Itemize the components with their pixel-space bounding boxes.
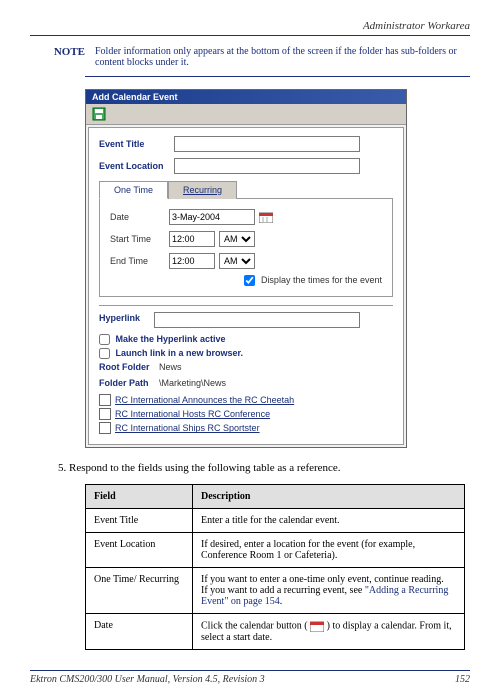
folder-path-value: \Marketing\News: [159, 378, 226, 388]
table-row: One Time/ Recurring If you want to enter…: [86, 568, 465, 614]
end-time-label: End Time: [110, 256, 165, 266]
display-times-checkbox[interactable]: [244, 275, 255, 286]
file-icon: [99, 408, 111, 420]
table-header-field: Field: [86, 485, 193, 509]
end-time-ampm[interactable]: AM: [219, 253, 255, 269]
launch-new-checkbox[interactable]: [99, 348, 110, 359]
table-header-description: Description: [193, 485, 465, 509]
list-item[interactable]: RC International Ships RC Sportster: [99, 422, 393, 434]
header-title: Administrator Workarea: [363, 20, 470, 32]
tab-recurring[interactable]: Recurring: [168, 181, 237, 199]
footer-page-number: 152: [455, 674, 470, 685]
note-divider: [85, 76, 470, 77]
table-row: Event Location If desired, enter a locat…: [86, 533, 465, 568]
hyperlink-input[interactable]: [154, 312, 360, 328]
dialog-screenshot: Add Calendar Event Event Title Event Loc…: [85, 89, 407, 448]
tab-one-time[interactable]: One Time: [99, 181, 168, 199]
event-title-label: Event Title: [99, 139, 174, 149]
note-label: NOTE: [30, 46, 95, 68]
root-folder-label: Root Folder: [99, 362, 159, 372]
page-footer: Ektron CMS200/300 User Manual, Version 4…: [30, 670, 470, 685]
event-location-input[interactable]: [174, 158, 360, 174]
file-list: RC International Announces the RC Cheeta…: [99, 394, 393, 434]
date-label: Date: [110, 212, 165, 222]
note-text: Folder information only appears at the b…: [95, 46, 470, 68]
save-icon[interactable]: [92, 108, 106, 118]
calendar-icon[interactable]: [259, 211, 273, 223]
root-folder-value: News: [159, 362, 182, 372]
make-active-checkbox[interactable]: [99, 334, 110, 345]
tabs: One Time Recurring: [99, 180, 393, 199]
dialog-form: Event Title Event Location One Time Recu…: [88, 127, 404, 445]
tab-content-one-time: Date Start Time AM End Time AM: [99, 199, 393, 297]
table-row: Date Click the calendar button ( ) to di…: [86, 614, 465, 650]
footer-left: Ektron CMS200/300 User Manual, Version 4…: [30, 674, 265, 685]
table-row: Event Title Enter a title for the calend…: [86, 509, 465, 533]
step-5: 5. Respond to the fields using the follo…: [58, 462, 470, 474]
end-time-input[interactable]: [169, 253, 215, 269]
start-time-label: Start Time: [110, 234, 165, 244]
dialog-titlebar: Add Calendar Event: [86, 90, 406, 104]
step-number: 5.: [58, 462, 66, 474]
file-icon: [99, 422, 111, 434]
note-block: NOTE Folder information only appears at …: [30, 46, 470, 68]
launch-new-label: Launch link in a new browser.: [116, 348, 244, 358]
event-location-label: Event Location: [99, 161, 174, 171]
dialog-toolbar: [86, 104, 406, 125]
start-time-input[interactable]: [169, 231, 215, 247]
event-title-input[interactable]: [174, 136, 360, 152]
reference-table: Field Description Event Title Enter a ti…: [85, 484, 465, 650]
file-icon: [99, 394, 111, 406]
list-item[interactable]: RC International Hosts RC Conference: [99, 408, 393, 420]
list-item[interactable]: RC International Announces the RC Cheeta…: [99, 394, 393, 406]
step-text: Respond to the fields using the followin…: [69, 462, 341, 474]
display-times-label: Display the times for the event: [261, 275, 382, 285]
make-active-label: Make the Hyperlink active: [116, 334, 226, 344]
calendar-icon: [310, 620, 324, 632]
hyperlink-label: Hyperlink: [99, 313, 154, 323]
page-header: Administrator Workarea: [30, 20, 470, 36]
start-time-ampm[interactable]: AM: [219, 231, 255, 247]
date-input[interactable]: [169, 209, 255, 225]
dialog-title: Add Calendar Event: [92, 92, 178, 102]
folder-path-label: Folder Path: [99, 378, 159, 388]
